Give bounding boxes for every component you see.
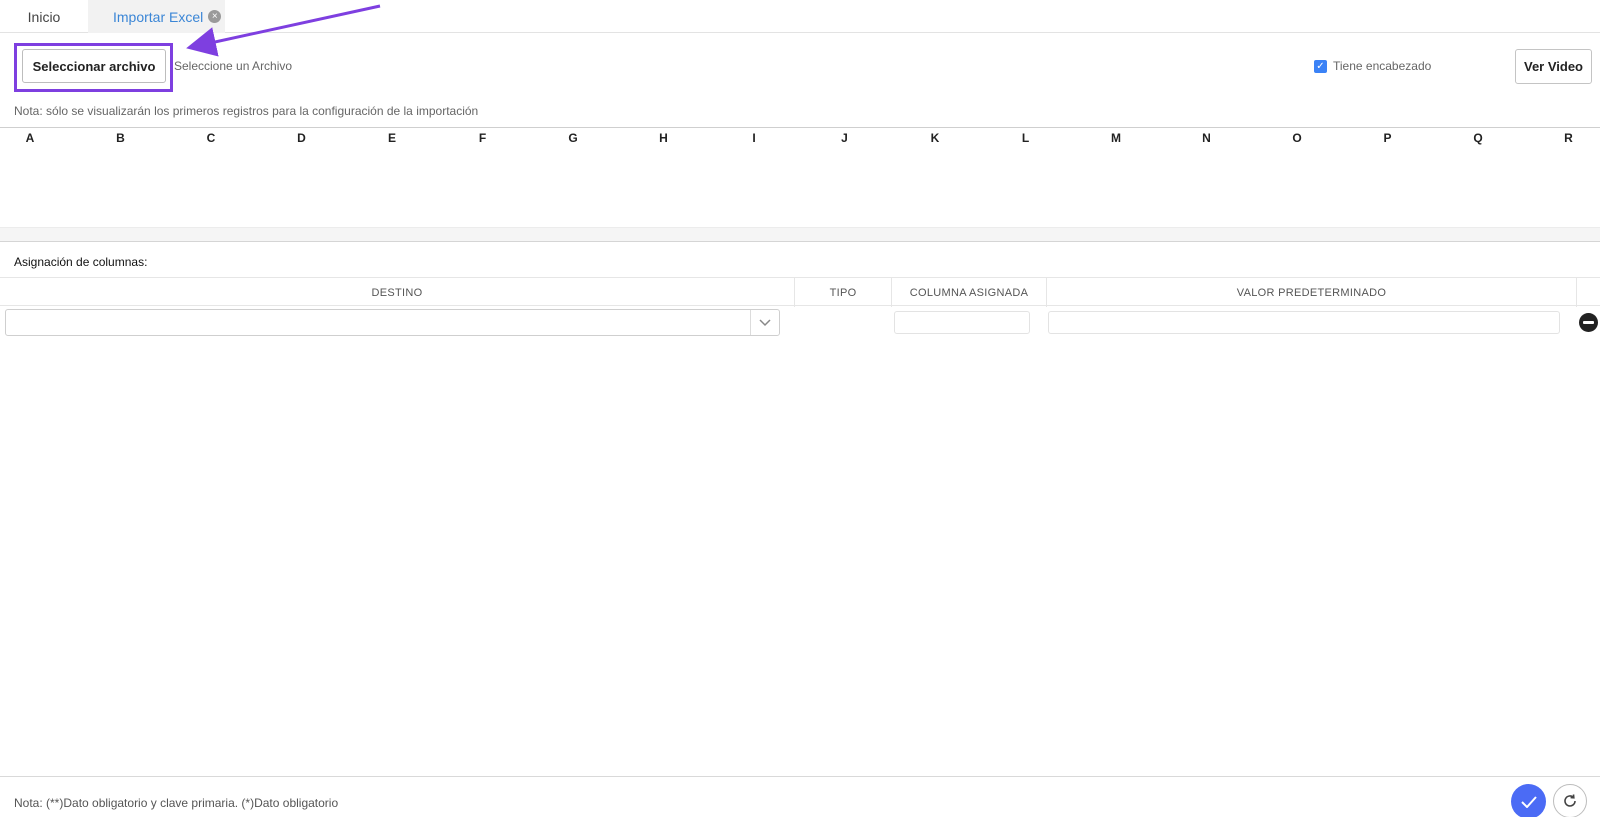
- preview-column-c: C: [206, 131, 216, 145]
- assignment-title: Asignación de columnas:: [14, 255, 148, 269]
- select-file-button[interactable]: Seleccionar archivo: [22, 49, 166, 83]
- preview-scrollbar[interactable]: [0, 227, 1600, 242]
- preview-column-q: Q: [1473, 131, 1483, 145]
- refresh-button[interactable]: [1553, 784, 1587, 817]
- header-tipo: TIPO: [794, 278, 891, 307]
- has-header-checkbox[interactable]: ✓ Tiene encabezado: [1314, 59, 1431, 73]
- preview-column-i: I: [752, 131, 756, 145]
- preview-column-r: R: [1564, 131, 1573, 145]
- preview-column-g: G: [568, 131, 578, 145]
- header-actions: [1576, 278, 1600, 307]
- preview-column-o: O: [1292, 131, 1302, 145]
- preview-column-a: A: [25, 131, 35, 145]
- footer-note: Nota: (**)Dato obligatorio y clave prima…: [14, 796, 339, 810]
- chevron-down-icon[interactable]: [750, 310, 779, 335]
- preview-column-l: L: [1021, 131, 1030, 145]
- confirm-button[interactable]: [1511, 784, 1546, 817]
- destino-select[interactable]: [5, 309, 780, 336]
- preview-column-header: A B C D E F G H I J K L M N O P Q R: [0, 127, 1600, 227]
- has-header-label: Tiene encabezado: [1333, 59, 1432, 73]
- tab-bar: Inicio Importar Excel ×: [0, 0, 1600, 33]
- assigned-column-input[interactable]: [894, 311, 1030, 334]
- check-icon: [1520, 795, 1537, 808]
- checkmark-icon[interactable]: ✓: [1314, 59, 1327, 73]
- tab-importar-excel[interactable]: Importar Excel ×: [88, 0, 225, 33]
- tab-inicio[interactable]: Inicio: [0, 0, 88, 33]
- remove-row-icon[interactable]: [1579, 313, 1598, 332]
- tab-inicio-label: Inicio: [27, 8, 61, 25]
- preview-note: Nota: sólo se visualizarán los primeros …: [14, 104, 479, 118]
- refresh-icon: [1564, 794, 1576, 807]
- preview-column-n: N: [1202, 131, 1211, 145]
- preview-column-e: E: [387, 131, 397, 145]
- preview-column-b: B: [116, 131, 125, 145]
- header-columna-asignada: COLUMNA ASIGNADA: [891, 278, 1046, 307]
- annotation-arrow-icon: [186, 4, 381, 57]
- preview-column-j: J: [841, 131, 848, 145]
- header-destino: DESTINO: [371, 286, 423, 299]
- watch-video-button[interactable]: Ver Video: [1515, 49, 1592, 84]
- header-valor-predeterminado: VALOR PREDETERMINADO: [1046, 278, 1576, 307]
- tab-importar-excel-label: Importar Excel: [113, 8, 204, 25]
- preview-column-k: K: [930, 131, 940, 145]
- preview-column-p: P: [1383, 131, 1392, 145]
- close-icon[interactable]: ×: [208, 10, 222, 23]
- preview-column-m: M: [1111, 131, 1121, 145]
- assignment-table-header: DESTINO TIPO COLUMNA ASIGNADA VALOR PRED…: [0, 277, 1600, 307]
- preview-column-f: F: [478, 131, 487, 145]
- default-value-input[interactable]: [1048, 311, 1560, 334]
- footer-divider: [0, 776, 1600, 777]
- preview-column-h: H: [659, 131, 668, 145]
- selected-file-label: Seleccione un Archivo: [174, 59, 293, 73]
- preview-column-d: D: [297, 131, 306, 145]
